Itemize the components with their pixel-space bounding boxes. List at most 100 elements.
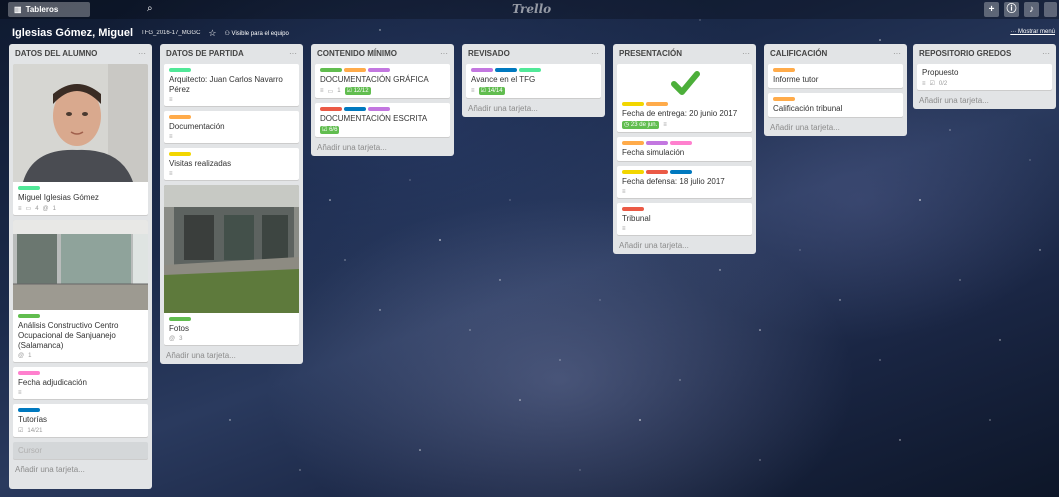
attachment-icon: @	[18, 353, 25, 359]
building-interior-image	[13, 220, 148, 310]
label-yellow	[169, 152, 191, 156]
card-title: Visitas realizadas	[169, 159, 232, 168]
add-icon[interactable]: +	[984, 2, 999, 17]
list-datos-del-alumno: DATOS DEL ALUMNO ··· Miguel Iglesias Góme…	[9, 44, 152, 489]
show-menu-link[interactable]: ··· Mostrar menú	[1010, 29, 1055, 35]
list-card[interactable]: Visitas realizadas ≡	[164, 148, 299, 180]
label-orange	[344, 68, 366, 72]
team-icon: ⚇	[224, 30, 230, 37]
list-card[interactable]: Informe tutor	[768, 64, 903, 88]
list-card[interactable]: Tribunal ≡	[617, 203, 752, 235]
list-menu-icon[interactable]: ···	[1042, 49, 1050, 58]
list-card[interactable]: Fecha de entrega: 20 junio 2017 ◷ 23 de …	[617, 64, 752, 132]
label-yellow	[622, 102, 644, 106]
list-menu-icon[interactable]: ···	[742, 49, 750, 58]
list-card[interactable]: Cursor	[13, 442, 148, 459]
add-card-link[interactable]: Añadir una tarjeta...	[164, 351, 299, 360]
board-title[interactable]: Iglesias Gómez, Miguel	[12, 27, 133, 39]
list-menu-icon[interactable]: ···	[440, 49, 448, 58]
label-pink	[670, 141, 692, 145]
list-card[interactable]: Fecha adjudicación ≡	[13, 367, 148, 399]
card-title: Propuesto	[922, 68, 959, 77]
label-lime	[519, 68, 541, 72]
list-card[interactable]: Calificación tribunal	[768, 93, 903, 117]
person-portrait-image	[13, 64, 148, 182]
list-card[interactable]: Fotos @3	[164, 185, 299, 345]
notifications-bell-icon[interactable]: ♪	[1024, 2, 1039, 17]
list-title[interactable]: PRESENTACIÓN	[619, 49, 682, 58]
checklist-count: 12/12	[353, 88, 369, 94]
card-title: Fecha adjudicación	[18, 378, 87, 387]
card-title: Análisis Constructivo Centro Ocupacional…	[18, 321, 119, 350]
attachment-icon: @	[42, 205, 49, 212]
list-card[interactable]: Arquitecto: Juan Carlos Navarro Pérez ≡	[164, 64, 299, 106]
label-red	[646, 170, 668, 174]
checklist-count: 6/6	[329, 127, 338, 133]
add-card-link[interactable]: Añadir una tarjeta...	[13, 465, 148, 474]
visibility-button[interactable]: ⚇ Visible para el equipo	[224, 30, 288, 37]
add-card-link[interactable]: Añadir una tarjeta...	[315, 143, 450, 152]
add-card-link[interactable]: Añadir una tarjeta...	[768, 123, 903, 132]
team-name[interactable]: TFG_2016-17_MGGC	[141, 30, 200, 36]
label-green	[169, 317, 191, 321]
list-presentacion: PRESENTACIÓN ··· Fecha de entrega: 20 jun…	[613, 44, 756, 254]
list-card[interactable]: Documentación ≡	[164, 111, 299, 143]
card-title: Cursor	[18, 446, 43, 455]
description-icon: ≡	[320, 88, 324, 94]
avatar[interactable]	[1044, 2, 1057, 17]
card-title: Arquitecto: Juan Carlos Navarro Pérez	[169, 75, 283, 94]
trello-logo[interactable]: Trello	[512, 2, 551, 16]
label-orange	[646, 102, 668, 106]
boards-button[interactable]: ▥ Tableros	[8, 2, 90, 17]
description-icon: ≡	[18, 390, 22, 396]
search-icon[interactable]: ⌕	[147, 3, 153, 14]
star-icon[interactable]: ☆	[208, 28, 216, 39]
description-icon: ≡	[622, 226, 626, 232]
list-card[interactable]: Fecha simulación	[617, 137, 752, 161]
list-menu-icon[interactable]: ···	[138, 49, 146, 58]
label-orange	[773, 68, 795, 72]
list-menu-icon[interactable]: ···	[893, 49, 901, 58]
list-title[interactable]: CONTENIDO MÍNIMO	[317, 49, 397, 58]
list-card[interactable]: Propuesto ≡ ☑ 0/2	[917, 64, 1052, 90]
list-repositorio-gredos: REPOSITORIO GREDOS ··· Propuesto ≡ ☑ 0/2 A…	[913, 44, 1056, 109]
label-orange	[169, 115, 191, 119]
list-card[interactable]: DOCUMENTACIÓN ESCRITA ☑ 6/6	[315, 103, 450, 137]
list-card[interactable]: Avance en el TFG ≡ ☑ 14/14	[466, 64, 601, 98]
card-title: DOCUMENTACIÓN GRÁFICA	[320, 75, 429, 84]
list-menu-icon[interactable]: ···	[289, 49, 297, 58]
label-lime	[169, 68, 191, 72]
comments-count: 1	[337, 88, 341, 94]
label-orange	[773, 97, 795, 101]
label-purple	[471, 68, 493, 72]
description-icon: ≡	[922, 80, 926, 87]
info-icon[interactable]: ⓘ	[1004, 2, 1019, 17]
list-card[interactable]: Miguel Iglesias Gómez ≡ ▭ 4 @1	[13, 64, 148, 215]
list-card[interactable]: Análisis Constructivo Centro Ocupacional…	[13, 220, 148, 362]
list-card[interactable]: Tutorías ☑ 14/21	[13, 404, 148, 437]
card-title: Fecha de entrega: 20 junio 2017	[622, 109, 738, 118]
list-card[interactable]: DOCUMENTACIÓN GRÁFICA ≡ ▭ 1 ☑ 12/12	[315, 64, 450, 98]
list-menu-icon[interactable]: ···	[591, 49, 599, 58]
list-card[interactable]: Fecha defensa: 18 julio 2017 ≡	[617, 166, 752, 198]
list-datos-de-partida: DATOS DE PARTIDA ··· Arquitecto: Juan Car…	[160, 44, 303, 364]
checklist-icon: ☑	[929, 81, 935, 87]
attachments-count: 3	[179, 336, 183, 342]
card-title: DOCUMENTACIÓN ESCRITA	[320, 114, 428, 123]
list-title[interactable]: DATOS DEL ALUMNO	[15, 49, 97, 58]
description-icon: ≡	[169, 97, 173, 103]
card-title: Tribunal	[622, 214, 651, 223]
card-title: Informe tutor	[773, 75, 819, 84]
card-title: Tutorías	[18, 415, 48, 424]
attachment-icon: @	[169, 336, 176, 342]
list-title[interactable]: REVISADO	[468, 49, 510, 58]
list-title[interactable]: DATOS DE PARTIDA	[166, 49, 244, 58]
list-title[interactable]: REPOSITORIO GREDOS	[919, 49, 1011, 58]
add-card-link[interactable]: Añadir una tarjeta...	[466, 104, 601, 113]
add-card-link[interactable]: Añadir una tarjeta...	[617, 241, 752, 250]
label-blue	[344, 107, 366, 111]
description-icon: ≡	[169, 171, 173, 177]
list-title[interactable]: CALIFICACIÓN	[770, 49, 827, 58]
add-card-link[interactable]: Añadir una tarjeta...	[917, 96, 1052, 105]
card-title: Avance en el TFG	[471, 75, 536, 84]
